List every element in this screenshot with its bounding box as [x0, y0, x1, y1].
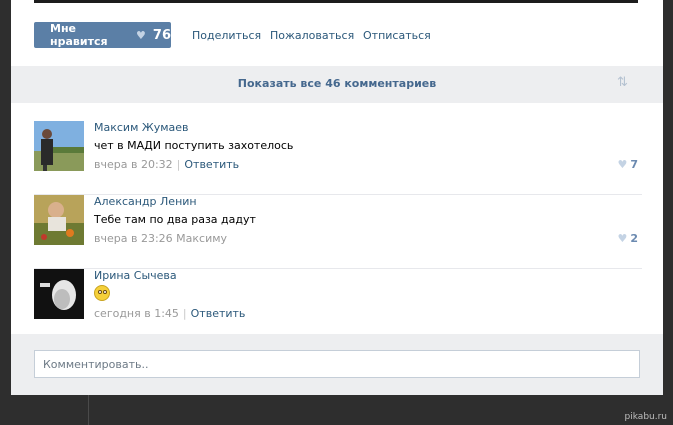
avatar[interactable]	[34, 269, 84, 319]
comment-meta: вчера в 20:32 | Ответить	[94, 158, 239, 171]
comment-author-link[interactable]: Максим Жумаев	[94, 121, 189, 134]
comment-item: Максим Жумаев чет в МАДИ поступить захот…	[34, 121, 642, 195]
rolling-eyes-emoji-icon	[94, 285, 110, 301]
background-divider	[88, 395, 89, 425]
like-count: 76	[152, 27, 171, 43]
comment-like-button[interactable]: ♥ 7	[617, 158, 638, 171]
comment-author-link[interactable]: Ирина Сычева	[94, 269, 177, 282]
report-link[interactable]: Пожаловаться	[270, 29, 354, 42]
comment-time[interactable]: вчера в 23:26 Максиму	[94, 232, 227, 245]
comment-input[interactable]	[34, 350, 640, 378]
avatar[interactable]	[34, 121, 84, 171]
post-actions: Мне нравится ♥ 76 Поделиться Пожаловатьс…	[11, 0, 663, 66]
comment-author-link[interactable]: Александр Ленин	[94, 195, 197, 208]
watermark: pikabu.ru	[624, 412, 667, 422]
share-link[interactable]: Поделиться	[192, 29, 261, 42]
comment-item: Александр Ленин Тебе там по два раза дад…	[34, 195, 642, 269]
like-button[interactable]: Мне нравится ♥ 76	[34, 22, 171, 48]
comment-meta: вчера в 23:26 Максиму	[94, 232, 227, 245]
comment-text: Тебе там по два раза дадут	[94, 213, 256, 226]
reply-link[interactable]: Ответить	[191, 307, 246, 320]
comment-like-count: 7	[630, 158, 638, 171]
comment-like-button[interactable]: ♥ 2	[617, 232, 638, 245]
comment-emoji	[94, 285, 110, 304]
avatar[interactable]	[34, 195, 84, 245]
meta-divider: |	[176, 158, 181, 171]
heart-icon: ♥	[617, 232, 628, 245]
heart-icon: ♥	[617, 158, 628, 171]
like-label: Мне нравится	[50, 22, 108, 48]
comment-time[interactable]: сегодня в 1:45	[94, 307, 179, 320]
comment-input-area	[11, 334, 663, 395]
reply-link[interactable]: Ответить	[184, 158, 239, 171]
comment-meta: сегодня в 1:45 | Ответить	[94, 307, 245, 320]
meta-divider: |	[182, 307, 187, 320]
show-all-comments-bar[interactable]: Показать все 46 комментариев ⇅	[11, 66, 663, 103]
comment-like-count: 2	[630, 232, 638, 245]
comment-item: Ирина Сычева сегодня в 1:45 | Ответить	[34, 269, 642, 343]
sort-arrows-icon[interactable]: ⇅	[617, 75, 628, 90]
post-panel: Мне нравится ♥ 76 Поделиться Пожаловатьс…	[11, 0, 663, 395]
comment-text: чет в МАДИ поступить захотелось	[94, 139, 294, 152]
comment-time[interactable]: вчера в 20:32	[94, 158, 173, 171]
heart-icon: ♥	[136, 28, 146, 42]
show-all-comments-link[interactable]: Показать все 46 комментариев	[11, 77, 663, 90]
unsubscribe-link[interactable]: Отписаться	[363, 29, 431, 42]
